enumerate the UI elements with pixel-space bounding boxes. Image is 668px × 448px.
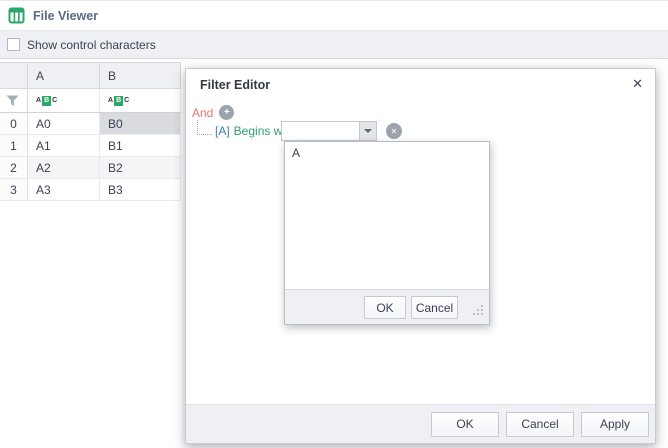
window-title: File Viewer bbox=[33, 9, 98, 23]
text-type-icon: ABC bbox=[108, 96, 129, 106]
close-icon[interactable]: ✕ bbox=[632, 76, 643, 92]
dropdown-ok-button[interactable]: OK bbox=[364, 296, 406, 319]
cell-b3[interactable]: B3 bbox=[100, 179, 181, 201]
dropdown-footer: OK Cancel bbox=[285, 289, 489, 324]
dialog-title: Filter Editor bbox=[200, 78, 270, 92]
row-header[interactable]: 0 bbox=[0, 113, 28, 135]
cell-b0[interactable]: B0 bbox=[100, 113, 181, 135]
chevron-down-icon bbox=[364, 129, 372, 133]
cell-b1[interactable]: B1 bbox=[100, 135, 181, 157]
data-grid: A B ABC ABC 0 A0 B0 1 A1 B1 bbox=[0, 62, 181, 201]
dropdown-list: A bbox=[285, 142, 489, 289]
funnel-icon bbox=[6, 95, 19, 107]
table-icon bbox=[8, 7, 25, 24]
cell-a2[interactable]: A2 bbox=[28, 157, 100, 179]
condition-field[interactable]: [A] bbox=[215, 124, 230, 138]
dropdown-cancel-button[interactable]: Cancel bbox=[411, 296, 458, 319]
grid-row-3: 3 A3 B3 bbox=[0, 179, 181, 201]
row-header[interactable]: 1 bbox=[0, 135, 28, 157]
cell-a1[interactable]: A1 bbox=[28, 135, 100, 157]
filter-cell-b[interactable]: ABC bbox=[100, 89, 181, 112]
column-header-b[interactable]: B bbox=[100, 63, 181, 89]
cell-a3[interactable]: A3 bbox=[28, 179, 100, 201]
value-dropdown-popup: A OK Cancel bbox=[284, 141, 490, 325]
options-toolbar: Show control characters bbox=[0, 31, 668, 59]
show-control-characters-checkbox[interactable] bbox=[7, 38, 20, 51]
checkbox-label: Show control characters bbox=[27, 38, 156, 52]
resize-grip[interactable] bbox=[473, 305, 484, 319]
group-operator[interactable]: And bbox=[192, 106, 213, 120]
text-type-icon: ABC bbox=[36, 96, 57, 106]
tree-connector-line bbox=[197, 120, 212, 135]
grid-row-1: 1 A1 B1 bbox=[0, 135, 181, 157]
grid-row-2: 2 A2 B2 bbox=[0, 157, 181, 179]
condition-value-input[interactable] bbox=[282, 122, 359, 140]
row-header[interactable]: 2 bbox=[0, 157, 28, 179]
filter-row-indicator bbox=[0, 89, 28, 112]
row-header[interactable]: 3 bbox=[0, 179, 28, 201]
add-condition-icon[interactable]: + bbox=[219, 105, 234, 120]
window-titlebar: File Viewer bbox=[0, 0, 668, 31]
grid-corner-cell bbox=[0, 63, 28, 89]
grid-row-0: 0 A0 B0 bbox=[0, 113, 181, 135]
column-header-a[interactable]: A bbox=[28, 63, 100, 89]
remove-condition-icon[interactable]: ✕ bbox=[386, 123, 402, 139]
cancel-button[interactable]: Cancel bbox=[506, 412, 574, 437]
filter-cell-a[interactable]: ABC bbox=[28, 89, 100, 112]
dropdown-button[interactable] bbox=[359, 122, 376, 140]
dropdown-item-a[interactable]: A bbox=[285, 142, 489, 164]
apply-button[interactable]: Apply bbox=[581, 412, 649, 437]
grid-filter-row: ABC ABC bbox=[0, 89, 181, 113]
dialog-footer: OK Cancel Apply bbox=[186, 404, 655, 443]
cell-b2[interactable]: B2 bbox=[100, 157, 181, 179]
condition-value-combobox bbox=[281, 121, 377, 141]
cell-a0[interactable]: A0 bbox=[28, 113, 100, 135]
ok-button[interactable]: OK bbox=[431, 412, 499, 437]
grid-header-row: A B bbox=[0, 63, 181, 89]
